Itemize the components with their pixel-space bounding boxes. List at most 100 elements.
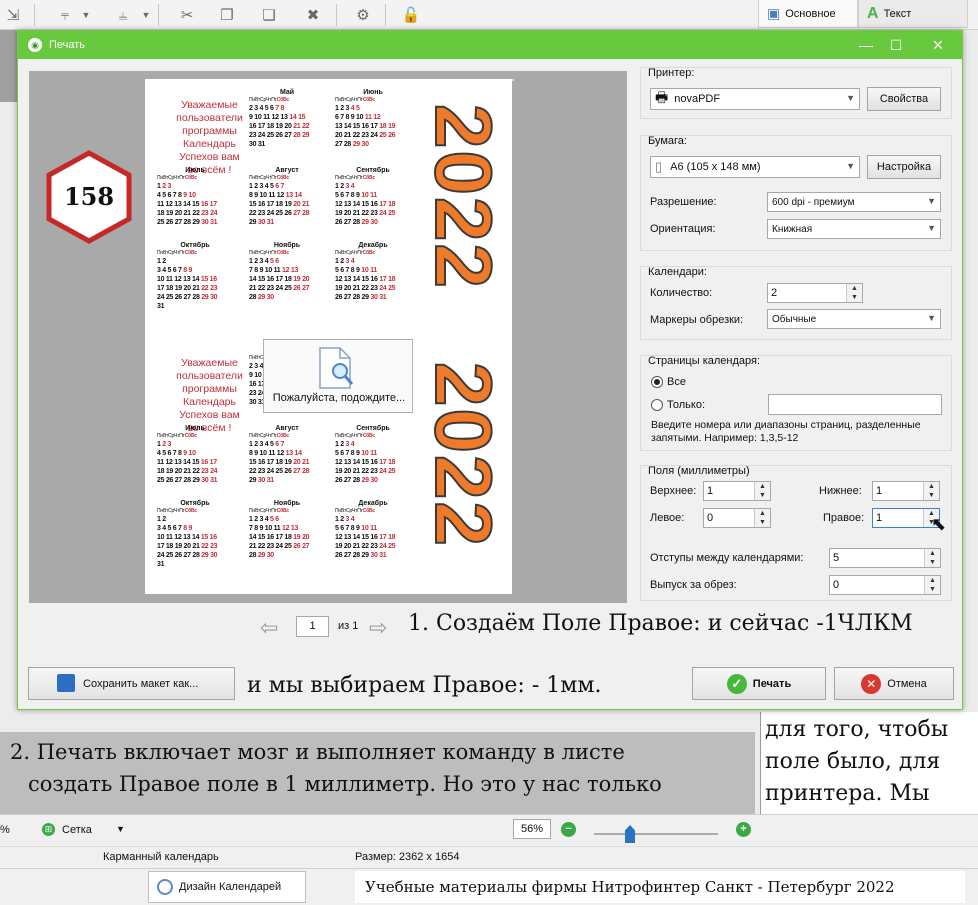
week-row: 21 22 23 24 25 26 27 (249, 284, 325, 293)
wait-dialog: Пожалуйста, подождите... (263, 339, 413, 413)
tab-basic[interactable]: ▣ Основное (758, 0, 858, 28)
week-row: 19 20 21 22 23 24 25 (335, 467, 411, 476)
resolution-select[interactable]: 600 dpi - премиум ▼ (767, 192, 941, 212)
day-number: 26 (284, 210, 294, 217)
day-number: 22 (192, 210, 202, 217)
prev-page-icon[interactable]: ⇦ (260, 615, 278, 641)
gap-stepper[interactable]: 5 ▲ ▼ (829, 548, 941, 568)
paste-icon[interactable]: ❏ (258, 4, 280, 26)
calendar-month: Сентябрь ПнВтСрЧтПтСбВс 1 2 3 45 6 7 8 9 1… (335, 425, 411, 485)
chevron-down-icon[interactable]: ▼ (80, 4, 92, 26)
lock-icon[interactable]: 🔓 (400, 4, 422, 26)
page-number-field[interactable]: 1 (296, 616, 329, 637)
setup-button[interactable]: Настройка (867, 155, 941, 179)
tab-text[interactable]: A Текст (858, 0, 968, 28)
month-name: Май (279, 89, 295, 96)
month-name: Август (275, 167, 299, 174)
week-row: 19 20 21 22 23 24 25 (335, 284, 411, 293)
delete-icon[interactable]: ✖ (302, 4, 324, 26)
calendar-month: Сентябрь ПнВтСрЧтПтСбВс 1 2 3 45 6 7 8 9 1… (335, 167, 411, 227)
close-icon[interactable]: ✕ (928, 35, 948, 55)
day-number: 7 (280, 441, 285, 448)
paper-select[interactable]: ▯ A6 (105 x 148 мм) ▼ (650, 156, 860, 178)
zoom-field[interactable]: 56% (513, 819, 551, 839)
stepper-arrows-icon[interactable]: ▲ ▼ (924, 576, 940, 594)
marks-select[interactable]: Обычные ▼ (767, 309, 941, 329)
grid-icon[interactable]: ⊞ (42, 823, 55, 836)
day-number: 26 (335, 219, 344, 226)
import-icon[interactable]: ⇲ (2, 4, 24, 26)
zoom-out-icon[interactable]: − (561, 822, 576, 837)
orientation-select[interactable]: Книжная ▼ (767, 219, 941, 239)
chevron-down-icon: ▼ (927, 223, 936, 233)
day-number: 14 (352, 459, 362, 466)
dialog-titlebar: ◉ Печать — ☐ ✕ (18, 31, 962, 59)
day-number: 25 (165, 552, 175, 559)
cancel-button[interactable]: ✕ Отмена (834, 667, 954, 700)
day-number: 21 (352, 285, 362, 292)
status-bar: % ⊞ Сетка ▼ 56% − + (0, 814, 978, 846)
day-number: 31 (257, 141, 266, 148)
day-number: 19 (335, 468, 344, 475)
printer-select[interactable]: 🖶 novaPDF ▼ (650, 88, 860, 110)
day-number: 28 (343, 141, 353, 148)
day-number: 11 (370, 267, 377, 274)
tab-calendar-design[interactable]: Дизайн Календарей (148, 871, 306, 903)
day-number: 25 (379, 132, 389, 139)
zoom-in-icon[interactable]: + (736, 822, 751, 837)
settings-icon[interactable]: ⚙ (352, 4, 374, 26)
day-number: 30 (361, 141, 369, 148)
day-number: 29 (201, 294, 211, 301)
grid-toggle[interactable]: Сетка (62, 824, 92, 836)
stepper-arrows-icon[interactable]: ▲ ▼ (924, 549, 940, 567)
day-number: 27 (335, 141, 344, 148)
right-margin-stepper[interactable]: 1 ▲ ▼ (872, 508, 940, 528)
top-margin-stepper[interactable]: 1 ▲ ▼ (703, 481, 771, 501)
print-button[interactable]: ✓ Печать (692, 667, 826, 700)
weekday-header: ПнВтСрЧтПтСбВс (157, 433, 233, 440)
day-number: 25 (284, 543, 294, 550)
zoom-slider-track[interactable] (594, 833, 718, 835)
maximize-icon[interactable]: ☐ (886, 35, 906, 55)
cut-icon[interactable]: ✂ (176, 4, 198, 26)
bottom-margin-stepper[interactable]: 1 ▲ ▼ (872, 481, 940, 501)
chevron-down-icon[interactable]: ▼ (140, 4, 152, 26)
align-bottom-icon[interactable]: ⫨ (112, 4, 134, 26)
count-stepper[interactable]: 2 ▲ ▼ (767, 283, 863, 303)
day-number: 16 (370, 459, 380, 466)
day-number: 29 (257, 294, 267, 301)
day-number: 29 (249, 477, 258, 484)
stepper-arrows-icon[interactable]: ▲ ▼ (754, 482, 770, 500)
day-number: 17 (379, 459, 389, 466)
weekday: Вс (190, 175, 197, 181)
greeting-text: Уважаемые пользователи программы Календарь У… (157, 357, 262, 435)
align-top-icon[interactable]: ⫧ (54, 4, 76, 26)
week-row: 12 13 14 15 16 17 18 (335, 533, 411, 542)
copy-icon[interactable]: ❐ (216, 4, 238, 26)
chevron-down-icon: ▼ (927, 196, 936, 206)
pages-input[interactable] (768, 394, 942, 415)
day-number: 27 (302, 543, 310, 550)
radio-all[interactable] (651, 376, 663, 388)
stepper-arrows-icon[interactable]: ▲ ▼ (923, 482, 939, 500)
day-number: 27 (343, 294, 353, 301)
taskbar: Дизайн Календарей Учебные материалы фирм… (0, 868, 978, 905)
save-layout-button[interactable]: Сохранить макет как... (28, 667, 235, 700)
day-number: 15 (352, 123, 362, 130)
minimize-icon[interactable]: — (856, 35, 876, 55)
week-row: 31 (157, 302, 233, 311)
day-number: 25 (388, 285, 396, 292)
week-row: 18 19 20 21 22 23 24 (157, 467, 233, 476)
bleed-stepper[interactable]: 0 ▲ ▼ (829, 575, 941, 595)
next-page-icon[interactable]: ⇨ (369, 615, 387, 641)
properties-button[interactable]: Свойства (867, 87, 941, 111)
radio-only[interactable] (651, 399, 663, 411)
gap-label: Отступы между календарями: (650, 552, 804, 564)
left-margin-stepper[interactable]: 0 ▲ ▼ (703, 508, 771, 528)
chevron-down-icon[interactable]: ▼ (116, 824, 125, 834)
zoom-slider-thumb[interactable] (625, 825, 635, 843)
stepper-arrows-icon[interactable]: ▲ ▼ (846, 284, 862, 302)
day-number: 17 (379, 276, 389, 283)
stepper-arrows-icon[interactable]: ▲ ▼ (754, 509, 770, 527)
day-number: 20 (343, 543, 353, 550)
